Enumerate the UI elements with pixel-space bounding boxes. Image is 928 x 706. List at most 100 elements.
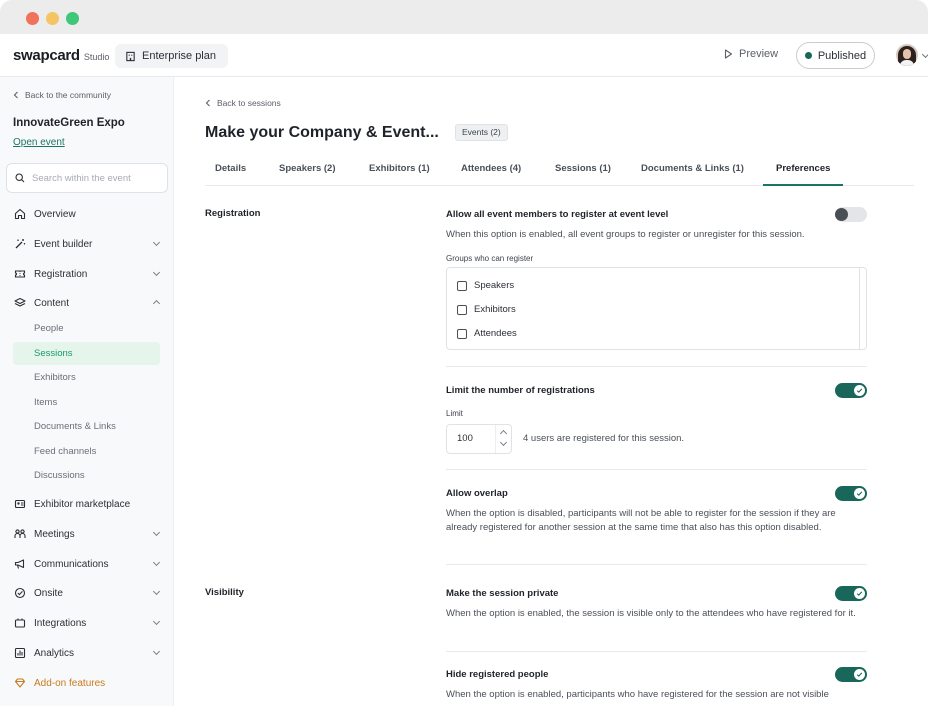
chevron-left-icon	[13, 91, 18, 99]
group-label: Attendees	[474, 328, 517, 339]
sidebar-item-label: Registration	[34, 268, 88, 280]
limit-registrations-toggle[interactable]	[835, 383, 867, 398]
group-option-speakers[interactable]: Speakers	[457, 280, 514, 291]
sidebar-subitem-items[interactable]: Items	[34, 397, 57, 408]
open-event-link[interactable]: Open event	[13, 137, 65, 148]
layers-icon	[13, 297, 26, 310]
group-label: Speakers	[474, 280, 515, 291]
visibility-section-label: Visibility	[205, 587, 244, 598]
limit-label: Limit	[446, 409, 463, 418]
sidebar-item-registration[interactable]: Registration	[13, 266, 161, 282]
allow-overlap-toggle[interactable]	[835, 486, 867, 501]
private-session-title: Make the session private	[446, 588, 559, 599]
groups-list-scrollbar[interactable]	[859, 268, 860, 349]
tab-sessions[interactable]: Sessions (1)	[555, 163, 611, 174]
sidebar-item-label: Communications	[34, 558, 109, 570]
allow-overlap-description: When the option is disabled, participant…	[446, 508, 836, 533]
sidebar-item-event-builder[interactable]: Event builder	[13, 236, 161, 252]
sidebar-item-integrations[interactable]: Integrations	[13, 615, 161, 631]
swapcard-logo[interactable]: swapcard Studio	[13, 47, 109, 64]
main-content: Back to sessions Make your Company & Eve…	[174, 77, 928, 706]
home-icon	[13, 208, 26, 221]
sidebar: Back to the community InnovateGreen Expo…	[0, 77, 174, 706]
registration-section-label: Registration	[205, 208, 261, 219]
search-input[interactable]	[32, 172, 162, 184]
sidebar-subitem-exhibitors[interactable]: Exhibitors	[34, 372, 76, 383]
sidebar-item-exhibitor-marketplace[interactable]: Exhibitor marketplace	[13, 496, 161, 512]
published-status-button[interactable]: Published	[796, 42, 875, 69]
sidebar-item-onsite[interactable]: Onsite	[13, 585, 161, 601]
event-name: InnovateGreen Expo	[13, 117, 125, 129]
sidebar-item-communications[interactable]: Communications	[13, 556, 161, 572]
hide-registered-toggle[interactable]	[835, 667, 867, 682]
search-box	[6, 163, 168, 193]
maximize-window-button[interactable]	[66, 12, 79, 25]
tab-preferences[interactable]: Preferences	[776, 163, 830, 174]
sidebar-subitem-sessions[interactable]: Sessions	[13, 342, 160, 365]
user-avatar[interactable]	[896, 44, 918, 66]
badge-check-icon	[13, 587, 26, 600]
sidebar-subitem-discussions[interactable]: Discussions	[34, 470, 85, 481]
tab-exhibitors[interactable]: Exhibitors (1)	[369, 163, 430, 174]
close-window-button[interactable]	[26, 12, 39, 25]
chevron-down-icon	[152, 558, 161, 567]
sidebar-item-overview[interactable]: Overview	[13, 206, 161, 222]
limit-input[interactable]	[457, 433, 491, 444]
checkbox[interactable]	[457, 304, 467, 315]
sidebar-subitem-documents-links[interactable]: Documents & Links	[34, 421, 116, 432]
sidebar-item-label: Onsite	[34, 587, 63, 599]
plug-icon	[13, 617, 26, 630]
chevron-down-icon	[152, 528, 161, 537]
allow-all-register-toggle[interactable]	[835, 207, 867, 222]
hide-registered-title: Hide registered people	[446, 669, 549, 680]
allow-overlap-title: Allow overlap	[446, 488, 508, 499]
group-option-exhibitors[interactable]: Exhibitors	[457, 304, 516, 315]
enterprise-plan-button[interactable]: Enterprise plan	[115, 44, 228, 68]
preview-button[interactable]: Preview	[724, 48, 778, 60]
plan-label: Enterprise plan	[142, 50, 216, 62]
tab-speakers[interactable]: Speakers (2)	[279, 163, 336, 174]
hide-registered-description: When the option is enabled, participants…	[446, 689, 829, 700]
back-to-sessions-link[interactable]: Back to sessions	[205, 98, 281, 108]
increment-arrow-icon[interactable]	[499, 429, 508, 438]
divider	[446, 469, 867, 470]
private-session-toggle[interactable]	[835, 586, 867, 601]
chevron-left-icon	[205, 99, 210, 107]
logo-text: swapcard	[13, 47, 80, 64]
sidebar-item-add-on-features[interactable]: Add-on features	[13, 675, 161, 691]
minimize-window-button[interactable]	[46, 12, 59, 25]
allow-all-register-description: When this option is enabled, all event g…	[446, 229, 805, 240]
window-titlebar	[0, 0, 928, 34]
sidebar-item-label: Analytics	[34, 647, 75, 659]
tab-documents-links[interactable]: Documents & Links (1)	[641, 163, 744, 174]
sidebar-item-meetings[interactable]: Meetings	[13, 526, 161, 542]
stepper-arrows	[495, 425, 511, 453]
status-dot-icon	[804, 52, 812, 59]
private-session-description: When the option is enabled, the session …	[446, 608, 856, 619]
page-title: Make your Company & Event...	[205, 124, 439, 141]
groups-who-can-register-label: Groups who can register	[446, 254, 534, 263]
ticket-icon	[13, 268, 26, 281]
decrement-arrow-icon[interactable]	[499, 438, 508, 447]
checkbox[interactable]	[457, 280, 467, 291]
tab-details[interactable]: Details	[215, 163, 246, 174]
tab-attendees[interactable]: Attendees (4)	[461, 163, 521, 174]
chevron-down-icon	[152, 238, 161, 247]
back-to-community-link[interactable]: Back to the community	[13, 90, 111, 100]
divider	[446, 651, 867, 652]
chevron-up-icon	[152, 299, 161, 308]
group-option-attendees[interactable]: Attendees	[457, 328, 517, 339]
events-count-badge[interactable]: Events (2)	[455, 124, 508, 141]
sidebar-subitem-people[interactable]: People	[34, 323, 64, 334]
check-icon	[854, 588, 865, 599]
chevron-down-icon[interactable]	[921, 50, 928, 59]
divider	[446, 366, 867, 367]
chevron-down-icon	[152, 617, 161, 626]
sidebar-item-label: Event builder	[34, 238, 93, 250]
sidebar-item-label: Meetings	[34, 528, 75, 540]
checkbox[interactable]	[457, 328, 467, 339]
sidebar-item-content[interactable]: Content	[13, 295, 161, 311]
sidebar-subitem-feed-channels[interactable]: Feed channels	[34, 446, 96, 457]
sidebar-item-analytics[interactable]: Analytics	[13, 645, 161, 661]
megaphone-icon	[13, 558, 26, 571]
